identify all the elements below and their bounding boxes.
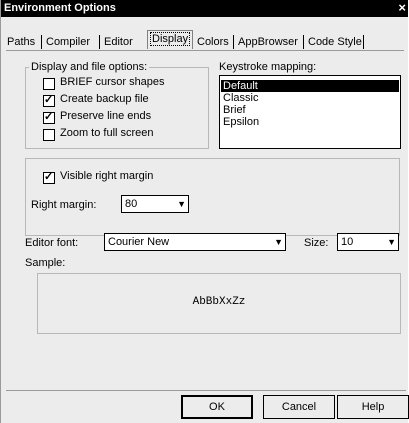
- right-margin-combo[interactable]: 80 ▼: [121, 195, 189, 213]
- sample-panel: AbBbXxZz: [37, 273, 401, 334]
- tab-code-style[interactable]: Code Style: [308, 34, 362, 50]
- sample-text: AbBbXxZz: [192, 296, 246, 308]
- list-item-default[interactable]: Default: [221, 80, 399, 92]
- sample-label: Sample:: [25, 257, 66, 269]
- create-backup-checkbox[interactable]: ✓: [43, 94, 55, 107]
- tab-separator: [303, 35, 304, 49]
- editor-font-value: Courier New: [108, 236, 170, 248]
- editor-font-combo[interactable]: Courier New ▼: [104, 233, 286, 251]
- tab-display[interactable]: Display: [147, 30, 194, 49]
- editor-font-label: Editor font:: [25, 237, 79, 249]
- visible-right-margin-checkbox[interactable]: ✓: [43, 171, 55, 184]
- tab-editor[interactable]: Editor: [104, 34, 133, 50]
- divider: [6, 390, 406, 391]
- check-mark-icon: ✓: [44, 94, 54, 106]
- tab-display-label: Display: [150, 32, 191, 46]
- list-item-classic[interactable]: Classic: [221, 92, 399, 104]
- right-margin-label: Right margin:: [31, 199, 97, 211]
- environment-options-dialog: Environment Options × Paths Compiler Edi…: [0, 0, 409, 423]
- preserve-line-ends-checkbox[interactable]: ✓: [43, 111, 55, 124]
- display-options-label: Display and file options:: [29, 61, 150, 73]
- tab-separator: [41, 35, 42, 49]
- tab-separator: [363, 35, 364, 49]
- help-button[interactable]: Help: [337, 395, 409, 419]
- brief-cursor-checkbox[interactable]: [43, 78, 55, 90]
- list-item-brief[interactable]: Brief: [221, 104, 399, 116]
- ok-button[interactable]: OK: [181, 395, 253, 419]
- tab-paths[interactable]: Paths: [7, 34, 35, 50]
- preserve-line-ends-label[interactable]: Preserve line ends: [60, 110, 151, 122]
- brief-cursor-label[interactable]: BRIEF cursor shapes: [60, 76, 165, 88]
- size-combo[interactable]: 10 ▼: [337, 233, 399, 251]
- check-mark-icon: ✓: [44, 171, 54, 183]
- keystroke-mapping-label: Keystroke mapping:: [219, 61, 317, 73]
- tab-separator: [99, 35, 100, 49]
- size-label: Size:: [304, 237, 329, 249]
- chevron-down-icon[interactable]: ▼: [274, 235, 283, 249]
- check-mark-icon: ✓: [44, 111, 54, 123]
- window-title: Environment Options: [4, 2, 116, 14]
- zoom-full-screen-checkbox[interactable]: [43, 129, 55, 141]
- tab-appbrowser[interactable]: AppBrowser: [238, 34, 298, 50]
- chevron-down-icon[interactable]: ▼: [177, 197, 186, 211]
- title-bar[interactable]: Environment Options ×: [1, 0, 408, 17]
- chevron-down-icon[interactable]: ▼: [387, 235, 396, 249]
- cancel-button[interactable]: Cancel: [263, 395, 335, 419]
- close-icon[interactable]: ×: [398, 0, 406, 16]
- right-margin-value: 80: [125, 198, 138, 210]
- zoom-full-screen-label[interactable]: Zoom to full screen: [60, 127, 154, 139]
- list-item-epsilon[interactable]: Epsilon: [221, 116, 399, 128]
- tab-compiler[interactable]: Compiler: [46, 34, 90, 50]
- keystroke-mapping-list[interactable]: Default Classic Brief Epsilon: [219, 75, 401, 149]
- size-value: 10: [341, 236, 354, 248]
- visible-right-margin-label[interactable]: Visible right margin: [60, 170, 153, 182]
- tab-colors[interactable]: Colors: [197, 34, 229, 50]
- create-backup-label[interactable]: Create backup file: [60, 93, 149, 105]
- tab-separator: [233, 35, 234, 49]
